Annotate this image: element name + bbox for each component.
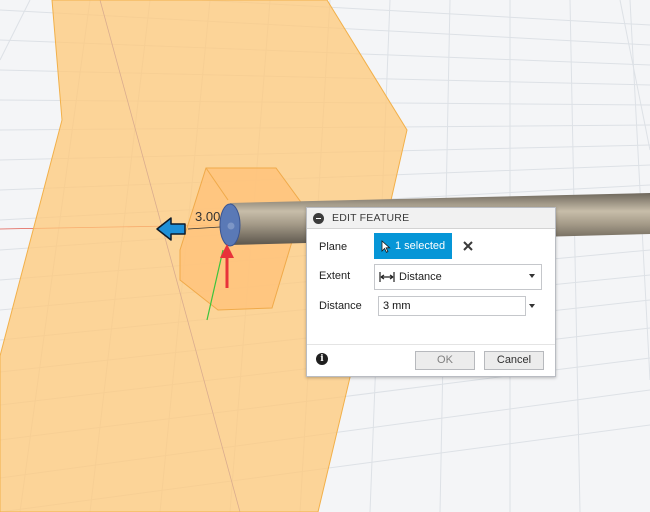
- extent-dropdown[interactable]: Distance: [374, 264, 542, 290]
- plane-selection-text: 1 selected: [395, 240, 446, 252]
- extent-value: Distance: [399, 271, 442, 283]
- selection-dot: [227, 222, 235, 230]
- edit-feature-dialog: EDIT FEATURE Plane 1 selected Extent Dis…: [306, 207, 556, 377]
- dialog-header[interactable]: EDIT FEATURE: [307, 208, 555, 229]
- distance-dropdown-chevron-icon[interactable]: [529, 304, 535, 308]
- distance-extent-icon: [379, 272, 395, 282]
- dialog-divider: [307, 344, 555, 345]
- distance-input[interactable]: [378, 296, 526, 316]
- plane-selection-button[interactable]: 1 selected: [374, 233, 452, 259]
- chevron-down-icon: [529, 274, 535, 278]
- cursor-arrow-icon: [381, 239, 391, 253]
- dimension-label: 3.00: [195, 209, 220, 224]
- cancel-button[interactable]: Cancel: [484, 351, 544, 370]
- dialog-title: EDIT FEATURE: [332, 212, 410, 224]
- distance-label: Distance: [319, 300, 362, 312]
- clear-x-icon[interactable]: [461, 239, 475, 253]
- plane-label: Plane: [319, 241, 348, 253]
- extent-label: Extent: [319, 270, 351, 282]
- collapse-icon[interactable]: [313, 212, 324, 224]
- info-icon[interactable]: i: [316, 353, 328, 365]
- ok-button[interactable]: OK: [415, 351, 475, 370]
